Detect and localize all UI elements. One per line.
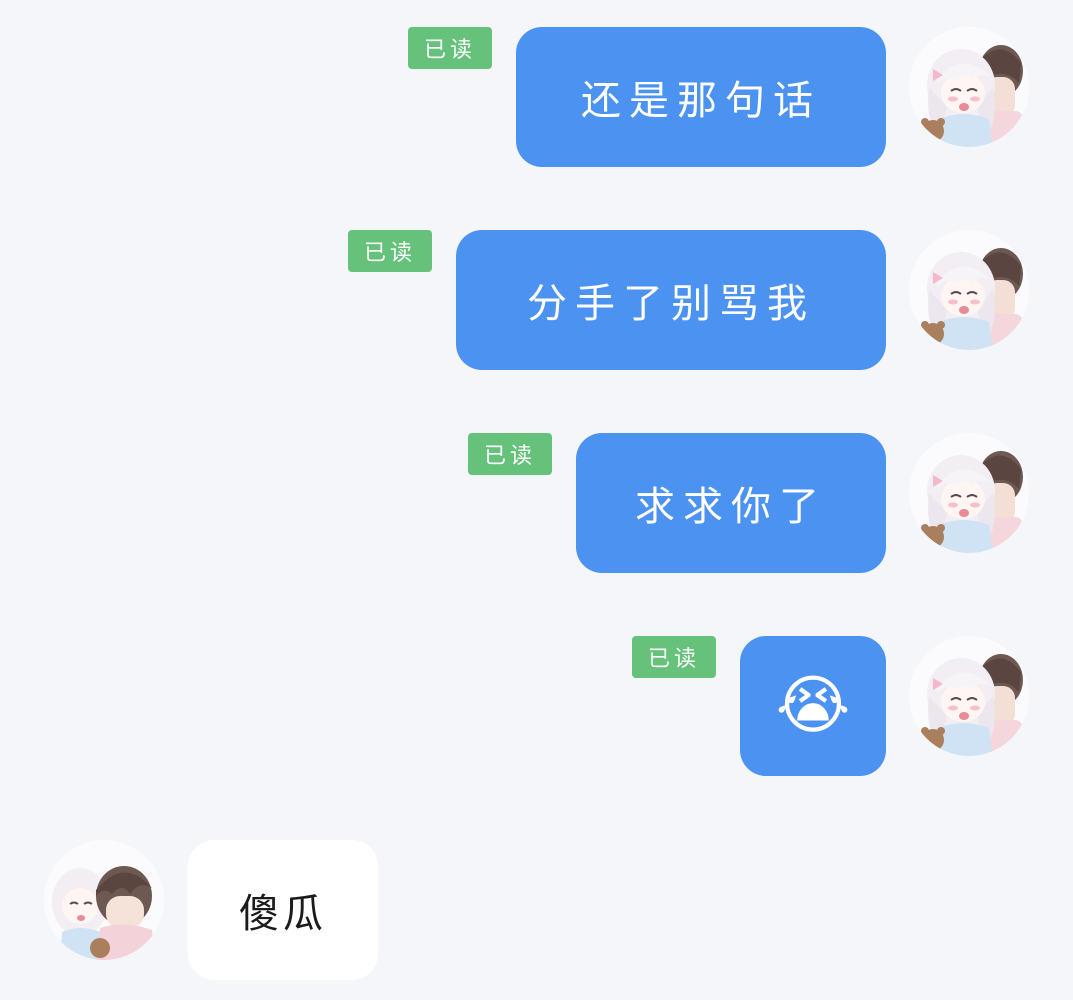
read-receipt-badge: 已读 xyxy=(632,636,716,678)
anime-avatar-icon xyxy=(909,433,1029,553)
outgoing-message-bubble[interactable]: 分手了别骂我 xyxy=(456,230,886,370)
contact-avatar[interactable] xyxy=(44,840,164,960)
read-receipt-badge: 已读 xyxy=(468,433,552,475)
self-avatar[interactable] xyxy=(909,230,1029,350)
self-avatar[interactable] xyxy=(909,27,1029,147)
self-avatar[interactable] xyxy=(909,636,1029,756)
outgoing-message-bubble[interactable]: 求求你了 xyxy=(576,433,886,573)
read-receipt-badge: 已读 xyxy=(408,27,492,69)
self-avatar[interactable] xyxy=(909,433,1029,553)
incoming-message-bubble[interactable]: 傻瓜 xyxy=(188,840,378,980)
anime-avatar-icon xyxy=(909,27,1029,147)
anime-avatar-icon xyxy=(909,636,1029,756)
outgoing-emoji-bubble[interactable]: 😭 xyxy=(740,636,886,776)
anime-avatar-icon xyxy=(909,230,1029,350)
outgoing-message-bubble[interactable]: 还是那句话 xyxy=(516,27,886,167)
chat-conversation: 已读 还是那句话 已读 分手了别骂我 已读 求求你了 已读 😭 傻瓜 xyxy=(0,0,1073,1000)
read-receipt-badge: 已读 xyxy=(348,230,432,272)
anime-avatar-icon xyxy=(44,840,164,960)
loudly-crying-face-icon: 😭 xyxy=(775,669,851,743)
